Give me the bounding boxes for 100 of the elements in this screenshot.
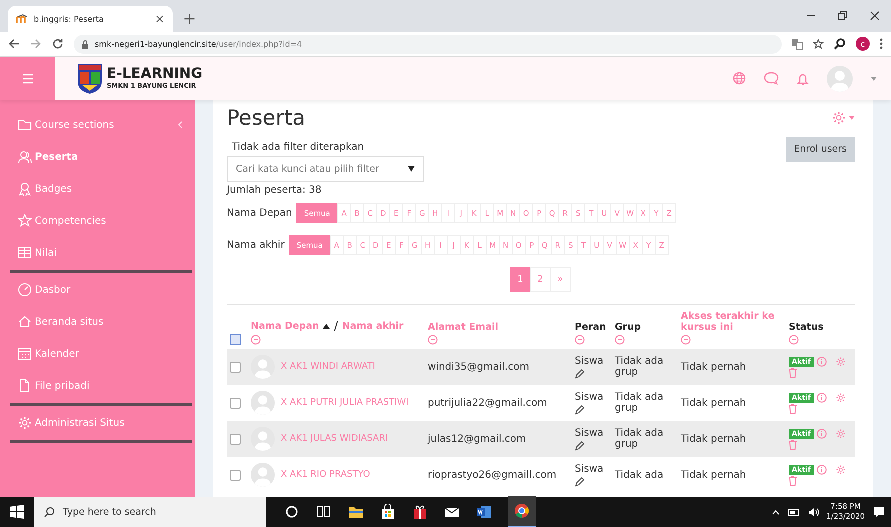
filter-search-field[interactable]: Cari kata kunci atau pilih filter — [227, 156, 424, 182]
enrol-users-button[interactable]: Enrol users — [786, 137, 855, 162]
cortana-circle-icon[interactable] — [284, 504, 300, 520]
battery-icon[interactable] — [788, 508, 800, 516]
page-link[interactable]: » — [550, 267, 571, 292]
info-icon[interactable] — [816, 428, 827, 438]
sidebar-item[interactable]: Competencies — [0, 205, 195, 237]
row-checkbox[interactable] — [230, 398, 241, 408]
page-title: Peserta — [227, 106, 306, 130]
notification-icon[interactable] — [873, 506, 885, 518]
trash-icon[interactable] — [789, 368, 797, 378]
menu-icon[interactable] — [880, 38, 883, 50]
page-link[interactable]: 1 — [510, 267, 531, 292]
taskbar-search-field[interactable]: Type here to search — [34, 497, 266, 527]
user-name-link[interactable]: X AK1 PUTRI JULIA PRASTIWI — [281, 398, 409, 408]
sidebar-item[interactable]: Administrasi Situs — [0, 407, 195, 439]
settings-icon — [18, 416, 32, 430]
pencil-icon[interactable] — [575, 440, 585, 450]
calendar-icon — [18, 347, 32, 361]
star-icon[interactable] — [813, 38, 824, 50]
chevron-up-icon[interactable] — [772, 510, 780, 514]
browser-tab[interactable]: b.inggris: Peserta × — [8, 6, 173, 32]
settings-icon[interactable] — [836, 428, 846, 438]
collapse-circle-icon[interactable] — [575, 335, 585, 345]
caret-icon — [849, 116, 855, 120]
sidebar-item[interactable]: File pribadi — [0, 370, 195, 402]
collapse-circle-icon[interactable] — [428, 335, 438, 345]
pencil-icon[interactable] — [575, 404, 585, 414]
back-arrow-icon[interactable] — [8, 38, 20, 50]
pencil-icon[interactable] — [575, 368, 585, 378]
word-icon[interactable] — [476, 504, 492, 520]
close-icon[interactable] — [870, 11, 880, 21]
sidebar-item[interactable]: Kalender — [0, 338, 195, 370]
email-cell: windi35@gmail.com — [425, 349, 572, 385]
settings-menu-button[interactable] — [832, 111, 855, 125]
trash-icon[interactable] — [789, 476, 797, 486]
sidebar-item[interactable]: Badges — [0, 173, 195, 205]
settings-icon[interactable] — [836, 464, 846, 474]
sidebar-item[interactable]: Nilai — [0, 237, 195, 269]
settings-icon[interactable] — [836, 356, 846, 366]
menu-button[interactable] — [0, 57, 55, 100]
speaker-icon[interactable] — [808, 508, 819, 516]
column-separator: / — [334, 319, 338, 333]
tab-close-button[interactable]: × — [154, 12, 165, 26]
chrome-icon[interactable] — [514, 503, 530, 519]
bell-icon[interactable] — [797, 72, 809, 86]
trash-icon[interactable] — [789, 404, 797, 414]
settings-icon — [832, 111, 846, 125]
lock-icon — [82, 40, 89, 48]
user-avatar[interactable] — [827, 66, 853, 92]
sort-link[interactable]: Nama akhir — [342, 320, 404, 332]
collapse-chevron-icon[interactable] — [178, 121, 183, 129]
new-tab-button[interactable]: + — [183, 9, 196, 28]
collapse-circle-icon[interactable] — [681, 335, 691, 345]
caret-icon[interactable] — [871, 76, 877, 80]
row-checkbox[interactable] — [230, 362, 241, 372]
profile-avatar[interactable]: c — [856, 37, 870, 51]
globe-icon[interactable] — [733, 72, 746, 85]
user-name-link[interactable]: X AK1 RIO PRASTYO — [281, 470, 370, 480]
collapse-circle-icon[interactable] — [615, 335, 625, 345]
windows-logo-icon[interactable] — [10, 505, 24, 519]
translate-icon[interactable] — [792, 38, 803, 50]
info-icon[interactable] — [816, 464, 827, 474]
group-cell: Tidak ada — [612, 457, 678, 493]
task-view-icon[interactable] — [316, 504, 332, 520]
trash-icon[interactable] — [789, 440, 797, 450]
gift-icon[interactable] — [412, 504, 428, 520]
sort-link[interactable]: Akses terakhir ke kursus ini — [681, 311, 783, 333]
search-icon — [44, 506, 55, 518]
info-icon[interactable] — [816, 356, 827, 366]
group-cell: Tidak ada grup — [612, 385, 678, 421]
sort-link[interactable]: Nama Depan — [251, 320, 320, 332]
forward-arrow-icon[interactable] — [30, 38, 42, 50]
info-icon[interactable] — [816, 392, 827, 402]
user-name-link[interactable]: X AK1 WINDI ARWATI — [281, 362, 376, 372]
search-icon[interactable] — [834, 38, 846, 50]
row-checkbox[interactable] — [230, 470, 241, 480]
address-bar[interactable]: smk-negeri1-bayunglencir.site/user/index.php?id=4 — [74, 34, 782, 54]
folder-icon[interactable] — [348, 504, 364, 520]
collapse-circle-icon[interactable] — [789, 335, 799, 345]
pencil-icon[interactable] — [575, 476, 585, 486]
collapse-circle-icon[interactable] — [251, 335, 261, 345]
restore-icon[interactable] — [838, 11, 848, 21]
chat-bubble-icon[interactable] — [764, 72, 779, 85]
sidebar-item[interactable]: Peserta — [0, 141, 195, 173]
row-checkbox[interactable] — [230, 434, 241, 444]
sort-link[interactable]: Alamat Email — [428, 322, 569, 333]
user-avatar — [251, 427, 275, 451]
select-all-checkbox[interactable] — [230, 334, 241, 345]
settings-icon[interactable] — [836, 392, 846, 402]
school-crest-icon — [77, 62, 103, 94]
sidebar-item[interactable]: Beranda situs — [0, 306, 195, 338]
user-avatar — [251, 355, 275, 379]
reload-icon[interactable] — [52, 38, 64, 50]
sidebar-item[interactable]: Course sections — [0, 109, 195, 141]
shopping-bag-icon[interactable] — [380, 504, 396, 520]
column-header: Status — [789, 322, 825, 333]
user-name-link[interactable]: X AK1 JULAS WIDIASARI — [281, 434, 388, 444]
sidebar-item[interactable]: Dasbor — [0, 274, 195, 306]
page-link[interactable]: 2 — [530, 267, 551, 292]
